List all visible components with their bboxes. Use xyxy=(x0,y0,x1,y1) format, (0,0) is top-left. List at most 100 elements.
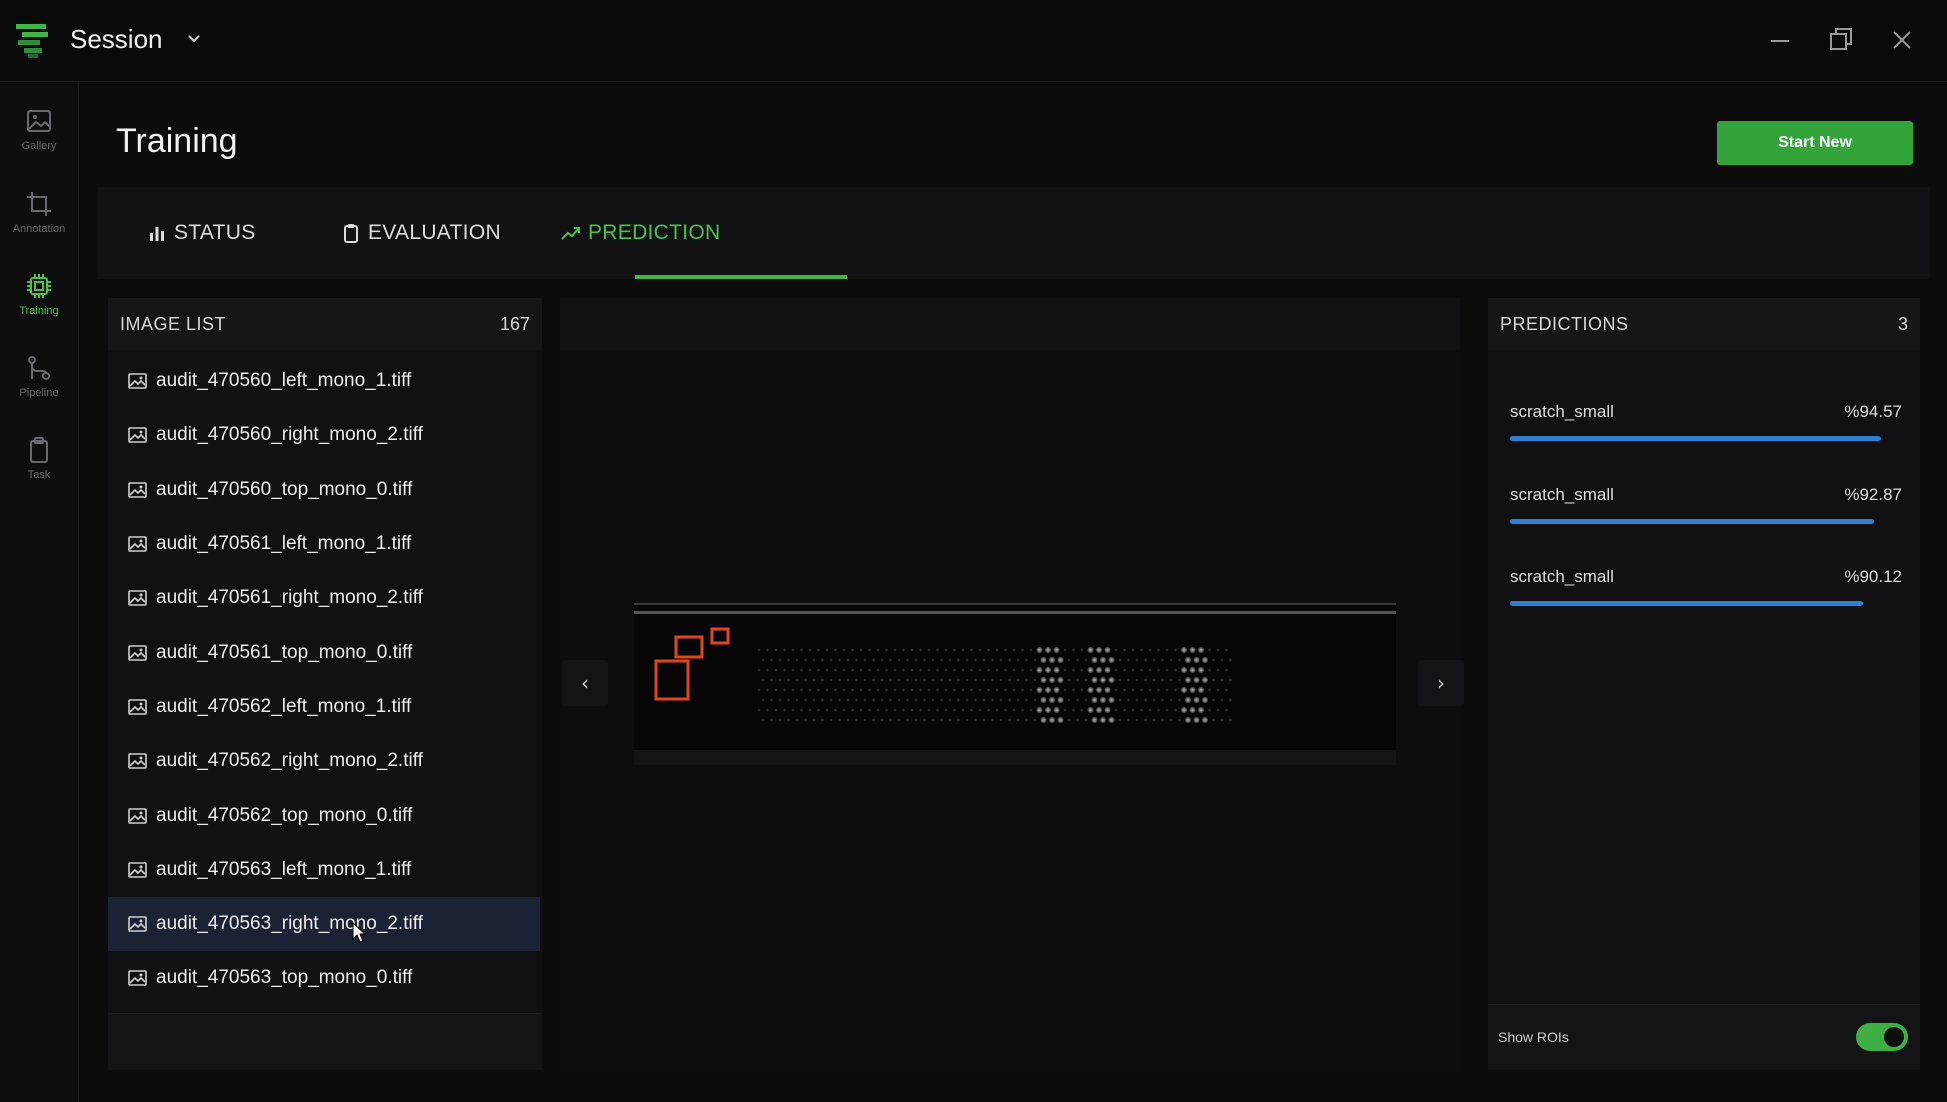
inspection-image-canvas xyxy=(634,605,1396,765)
image-list-item[interactable]: audit_470561_left_mono_1.tiff xyxy=(108,517,540,571)
prediction-bar-fill xyxy=(1510,518,1875,524)
image-filename: audit_470561_top_mono_0.tiff xyxy=(156,641,413,663)
show-rois-label: Show ROIs xyxy=(1498,1029,1569,1045)
show-rois-toggle[interactable] xyxy=(1856,1023,1908,1051)
prediction-item[interactable]: scratch_small %92.87 xyxy=(1510,485,1902,545)
prediction-score: %90.12 xyxy=(1844,567,1902,586)
page-title: Training xyxy=(116,122,238,160)
image-list-item[interactable]: audit_470563_top_mono_0.tiff xyxy=(108,951,540,1005)
image-filename: audit_470562_top_mono_0.tiff xyxy=(156,804,413,826)
restore-icon[interactable] xyxy=(1823,22,1859,58)
image-filename: audit_470560_right_mono_2.tiff xyxy=(156,424,423,446)
image-list-panel: IMAGE LIST 167 audit_470560_left_mono_1.… xyxy=(108,298,542,1070)
image-file-icon xyxy=(128,753,147,770)
image-list-item[interactable]: audit_470563_left_mono_1.tiff xyxy=(108,843,540,897)
previous-image-button[interactable]: ‹ xyxy=(562,660,608,706)
image-list-item[interactable]: audit_470562_top_mono_0.tiff xyxy=(108,788,540,842)
left-nav-rail: Gallery Annotation Training Pipeline Tas… xyxy=(0,82,79,1102)
image-file-icon xyxy=(128,590,147,607)
prediction-item[interactable]: scratch_small %90.12 xyxy=(1510,567,1902,627)
active-tab-indicator xyxy=(635,275,847,279)
image-filename: audit_470560_left_mono_1.tiff xyxy=(156,370,412,392)
image-filename: audit_470562_right_mono_2.tiff xyxy=(156,750,423,772)
tab-label: PREDICTION xyxy=(588,221,721,244)
tab-label: EVALUATION xyxy=(368,221,501,244)
image-list-item[interactable]: audit_470562_left_mono_1.tiff xyxy=(108,680,540,734)
tab-status[interactable]: STATUS xyxy=(146,187,256,279)
image-file-icon xyxy=(128,427,147,444)
prediction-bar-fill xyxy=(1510,601,1864,606)
image-filename: audit_470561_left_mono_1.tiff xyxy=(156,533,412,555)
tab-evaluation[interactable]: EVALUATION xyxy=(340,187,501,279)
image-list-footer xyxy=(108,1013,542,1070)
image-list-item[interactable]: audit_470561_right_mono_2.tiff xyxy=(108,571,540,625)
rail-item-task[interactable]: Task xyxy=(0,429,78,501)
rail-label: Pipeline xyxy=(19,387,59,399)
prediction-bar-track xyxy=(1510,518,1902,524)
start-new-button[interactable]: Start New xyxy=(1717,121,1913,165)
app-logo-icon xyxy=(16,24,48,58)
image-filename: audit_470563_left_mono_1.tiff xyxy=(156,858,412,880)
predictions-footer: Show ROIs xyxy=(1488,1004,1920,1070)
image-filename: audit_470560_top_mono_0.tiff xyxy=(156,478,413,500)
close-icon[interactable] xyxy=(1884,22,1920,58)
trend-icon xyxy=(561,227,580,240)
crop-icon xyxy=(27,192,51,216)
rail-item-training[interactable]: Training xyxy=(0,265,78,337)
image-list-item[interactable]: audit_470562_right_mono_2.tiff xyxy=(108,734,540,788)
predictions-header: PREDICTIONS 3 xyxy=(1488,298,1920,350)
image-list-header: IMAGE LIST 167 xyxy=(108,298,542,350)
predictions-count: 3 xyxy=(1897,314,1908,334)
image-list-item[interactable]: audit_470560_left_mono_1.tiff xyxy=(108,354,540,408)
inspection-image[interactable] xyxy=(634,603,1396,765)
image-list-title: IMAGE LIST xyxy=(120,314,227,334)
image-file-icon xyxy=(128,862,147,878)
image-list-item[interactable]: audit_470561_top_mono_0.tiff xyxy=(108,625,540,679)
predictions-title: PREDICTIONS xyxy=(1500,314,1629,334)
tab-label: STATUS xyxy=(174,221,256,244)
prediction-bar-track xyxy=(1510,436,1902,441)
image-list-item[interactable]: audit_470563_right_mono_2.tiff xyxy=(108,896,540,952)
image-list-item[interactable]: audit_470560_right_mono_2.tiff xyxy=(108,408,540,462)
prediction-score: %94.57 xyxy=(1844,402,1902,421)
prediction-bar-track xyxy=(1510,601,1902,606)
image-file-icon xyxy=(128,644,147,661)
prediction-item[interactable]: scratch_small %94.57 xyxy=(1510,402,1902,462)
toggle-knob xyxy=(1884,1027,1904,1047)
image-file-icon xyxy=(128,373,147,389)
image-file-icon xyxy=(128,807,147,824)
prediction-label: scratch_small xyxy=(1510,484,1614,504)
tab-prediction[interactable]: PREDICTION xyxy=(560,187,721,279)
image-file-icon xyxy=(128,481,147,498)
chip-icon xyxy=(27,274,51,298)
rail-item-annotation[interactable]: Annotation xyxy=(0,183,78,255)
rail-item-gallery[interactable]: Gallery xyxy=(0,100,78,172)
image-list: audit_470560_left_mono_1.tiff audit_47056… xyxy=(108,354,540,1006)
image-filename: audit_470563_right_mono_2.tiff xyxy=(156,913,423,935)
pipeline-icon xyxy=(28,356,50,380)
rail-label: Annotation xyxy=(12,223,66,235)
image-filename: audit_470563_top_mono_0.tiff xyxy=(156,967,413,989)
next-image-button[interactable]: › xyxy=(1418,660,1464,706)
tab-bar: STATUS EVALUATION PREDICTION xyxy=(98,187,1930,279)
rail-item-pipeline[interactable]: Pipeline xyxy=(0,347,78,419)
rail-label: Gallery xyxy=(21,140,57,152)
image-list-item[interactable]: audit_470560_top_mono_0.tiff xyxy=(108,463,540,517)
prediction-bar-fill xyxy=(1510,436,1881,441)
image-file-icon xyxy=(128,916,147,932)
session-title[interactable]: Session xyxy=(70,24,163,55)
title-bar: Session xyxy=(0,0,1947,82)
image-file-icon xyxy=(128,970,147,987)
bar-chart-icon xyxy=(150,227,164,241)
rail-label: Task xyxy=(27,469,51,481)
image-filename: audit_470561_right_mono_2.tiff xyxy=(156,587,423,609)
image-list-count: 167 xyxy=(499,314,530,334)
predictions-panel: PREDICTIONS 3 scratch_small %94.57 scratch… xyxy=(1488,298,1920,1070)
clipboard-icon xyxy=(344,224,358,243)
minimize-icon[interactable] xyxy=(1762,22,1798,58)
chevron-down-icon[interactable] xyxy=(184,28,204,48)
viewer-toolbar xyxy=(560,298,1460,350)
image-file-icon xyxy=(128,699,147,715)
prediction-label: scratch_small xyxy=(1510,402,1614,421)
image-filename: audit_470562_left_mono_1.tiff xyxy=(156,695,412,717)
